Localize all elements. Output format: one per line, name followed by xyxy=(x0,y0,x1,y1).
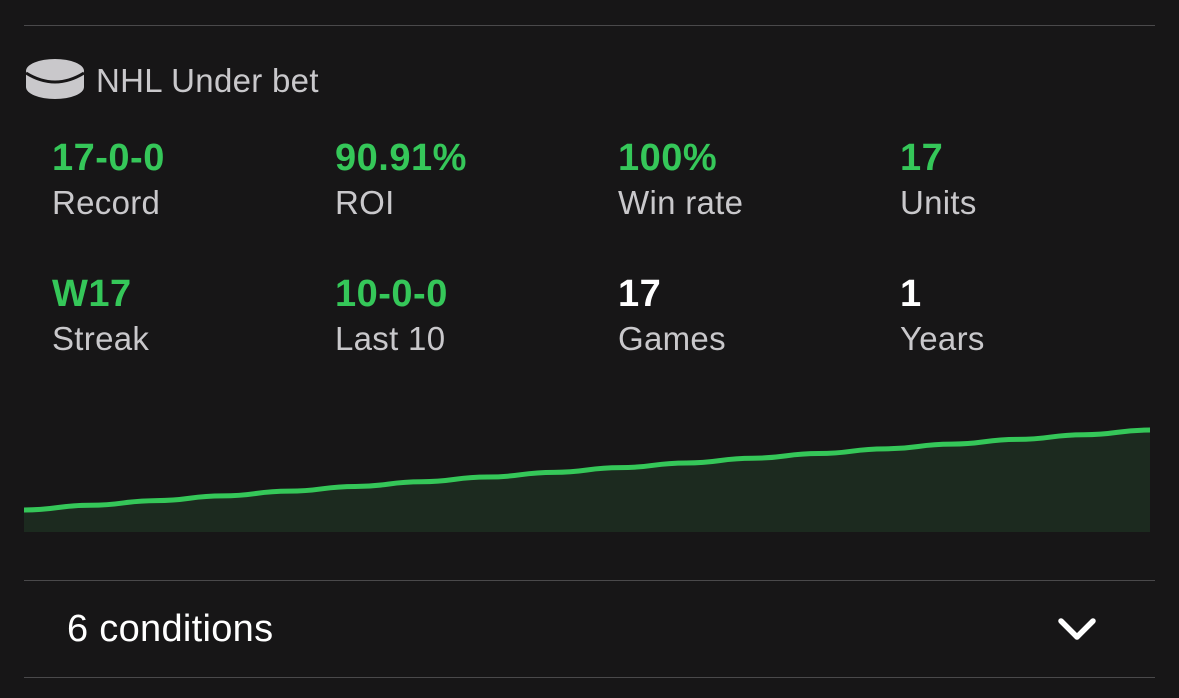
bet-header: NHL Under bet xyxy=(24,56,319,106)
stat-years-value: 1 xyxy=(900,273,922,315)
conditions-toggle[interactable]: 6 conditions xyxy=(24,581,1155,677)
stat-roi-label: ROI xyxy=(335,184,395,221)
stat-last10-label: Last 10 xyxy=(335,320,446,357)
stat-last10: 10-0-0 Last 10 xyxy=(335,272,595,359)
top-divider xyxy=(24,25,1155,26)
stat-streak-value: W17 xyxy=(52,273,132,315)
chevron-down-icon[interactable] xyxy=(1057,616,1097,642)
stat-last10-value: 10-0-0 xyxy=(335,273,448,315)
performance-chart xyxy=(24,400,1150,532)
stat-win-rate-value: 100% xyxy=(618,137,718,179)
stat-years: 1 Years xyxy=(900,272,1160,359)
stat-years-label: Years xyxy=(900,320,985,357)
stat-units-label: Units xyxy=(900,184,977,221)
stat-games-value: 17 xyxy=(618,273,662,315)
bottom-divider xyxy=(24,677,1155,678)
hockey-puck-icon xyxy=(25,59,85,99)
stat-games-label: Games xyxy=(618,320,726,357)
stat-units: 17 Units xyxy=(900,136,1160,223)
stat-record-value: 17-0-0 xyxy=(52,137,165,179)
performance-chart-svg xyxy=(24,427,1150,532)
stat-win-rate: 100% Win rate xyxy=(618,136,878,223)
stat-record: 17-0-0 Record xyxy=(52,136,312,223)
stat-roi: 90.91% ROI xyxy=(335,136,595,223)
stat-games: 17 Games xyxy=(618,272,878,359)
stat-streak-label: Streak xyxy=(52,320,150,357)
stat-units-value: 17 xyxy=(900,137,944,179)
stat-streak: W17 Streak xyxy=(52,272,312,359)
stat-record-label: Record xyxy=(52,184,161,221)
stat-roi-value: 90.91% xyxy=(335,137,467,179)
bet-title: NHL Under bet xyxy=(96,62,319,99)
stat-win-rate-label: Win rate xyxy=(618,184,744,221)
conditions-label: 6 conditions xyxy=(67,607,274,650)
chart-area-fill xyxy=(24,430,1150,532)
